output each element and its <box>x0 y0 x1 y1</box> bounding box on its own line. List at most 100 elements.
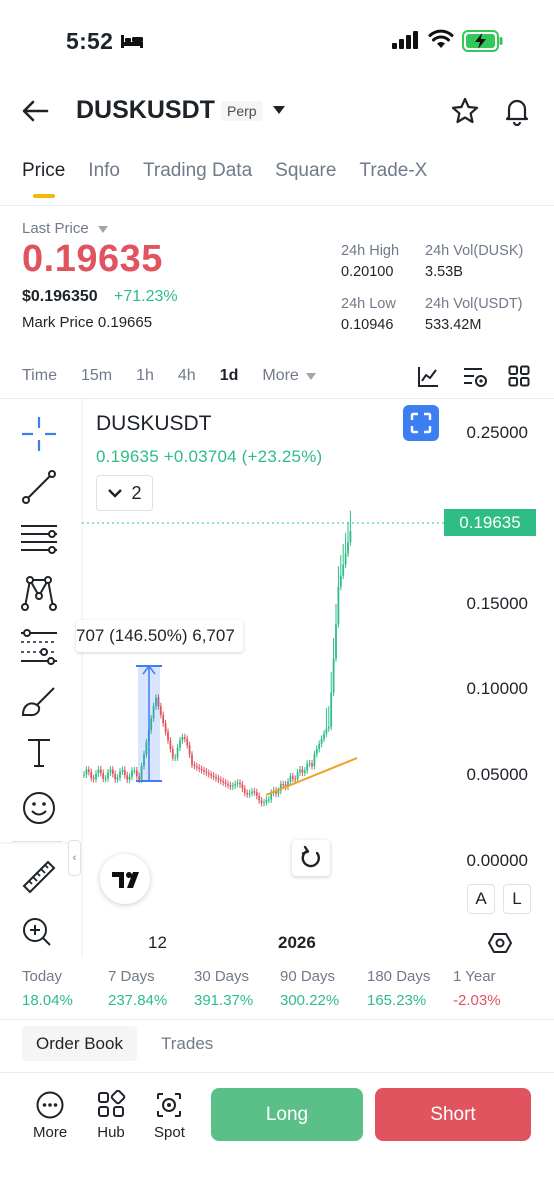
interval-4h[interactable]: 4h <box>178 367 196 385</box>
layout-grid-icon[interactable] <box>508 365 530 387</box>
candle-body <box>90 771 93 779</box>
candle-body <box>92 778 95 780</box>
candle-body <box>198 767 201 769</box>
candle-body <box>320 738 323 744</box>
text-tool-icon[interactable] <box>20 734 58 772</box>
chart-symbol: DUSKUSDT <box>96 412 212 435</box>
pair-dropdown-caret-icon[interactable] <box>271 104 287 116</box>
emoji-tool-icon[interactable] <box>20 789 58 827</box>
indicators-icon[interactable] <box>416 365 440 389</box>
tab-trading-data[interactable]: Trading Data <box>143 160 252 182</box>
tradingview-logo[interactable] <box>100 854 150 904</box>
back-arrow-icon[interactable] <box>20 96 50 126</box>
chart-settings-hex-icon[interactable] <box>488 932 512 954</box>
fullscreen-icon <box>410 412 432 434</box>
high-24h-label: 24h High <box>341 243 400 259</box>
mark-price-value: 0.19665 <box>97 314 153 331</box>
tab-info[interactable]: Info <box>88 160 120 182</box>
log-scale-button[interactable]: L <box>503 884 531 914</box>
interval-time[interactable]: Time <box>22 367 57 385</box>
brush-tool-icon[interactable] <box>20 683 58 721</box>
tab-trade-x[interactable]: Trade-X <box>359 160 427 182</box>
y-tick-label: 0.10000 <box>466 679 528 698</box>
favorite-star-icon[interactable] <box>450 96 480 126</box>
auto-scale-button[interactable]: A <box>467 884 495 914</box>
fullscreen-button[interactable] <box>403 405 439 441</box>
y-tick-label: 0.00000 <box>466 851 528 870</box>
interval-1d[interactable]: 1d <box>220 367 239 385</box>
short-button[interactable]: Short <box>375 1088 531 1141</box>
tab-order-book[interactable]: Order Book <box>22 1026 137 1061</box>
mark-price: Mark Price 0.19665 <box>22 314 152 331</box>
low-24h-value: 0.10946 <box>341 317 394 333</box>
last-price-value: 0.19635 <box>22 238 163 280</box>
candle-body <box>318 743 321 749</box>
candle-body <box>289 776 292 782</box>
chart-settings-icon[interactable] <box>462 365 488 389</box>
cellular-signal-icon <box>392 31 418 49</box>
more-button[interactable]: More <box>33 1090 67 1141</box>
candle-body <box>301 769 304 773</box>
long-button[interactable]: Long <box>211 1088 363 1141</box>
interval-1h[interactable]: 1h <box>136 367 154 385</box>
interval-15m[interactable]: 15m <box>81 367 112 385</box>
spot-label: Spot <box>154 1124 185 1141</box>
toolbar-collapse-button[interactable]: ‹ <box>68 840 81 876</box>
pair-title[interactable]: DUSKUSDT <box>76 96 215 125</box>
fib-lines-tool-icon[interactable] <box>20 520 58 558</box>
zoom-in-icon[interactable] <box>20 915 54 949</box>
candle-body <box>265 799 268 803</box>
y-tick-label: 0.05000 <box>466 765 528 784</box>
hub-button[interactable]: Hub <box>96 1090 126 1141</box>
tab-trades[interactable]: Trades <box>161 1034 213 1054</box>
vol-base-value: 3.53B <box>425 264 463 280</box>
candle-body <box>119 771 121 778</box>
sleep-focus-icon <box>121 35 143 48</box>
last-price-label[interactable]: Last Price <box>22 220 89 237</box>
x-tick-label: 12 <box>148 933 167 952</box>
candle-body <box>299 769 301 773</box>
pattern-tool-icon[interactable] <box>20 574 58 612</box>
candle-body <box>83 774 85 776</box>
measure-tool-label: 707 (146.50%) 6,707 <box>76 620 243 652</box>
candle-body <box>315 748 318 755</box>
candle-body <box>123 769 126 776</box>
trend-line-tool-icon[interactable] <box>20 468 58 506</box>
reset-chart-button[interactable] <box>292 840 330 876</box>
candle-body <box>174 757 177 759</box>
crosshair-icon[interactable] <box>20 415 58 453</box>
candlestick-chart[interactable] <box>0 398 554 958</box>
ruler-tool-icon[interactable] <box>20 858 58 896</box>
section-tabs: Price Info Trading Data Square Trade-X <box>22 160 450 182</box>
forecast-tool-icon[interactable] <box>20 628 58 666</box>
tab-price[interactable]: Price <box>22 160 65 182</box>
indicator-toggle-button[interactable]: 2 <box>96 475 153 511</box>
candle-body <box>104 778 107 780</box>
candle-body <box>164 723 167 732</box>
y-tick-label: 0.25000 <box>466 423 528 442</box>
x-tick-label: 2026 <box>278 933 316 952</box>
candle-body <box>111 769 114 775</box>
usd-price: $0.196350 <box>22 288 98 305</box>
vol-base-label: 24h Vol(DUSK) <box>425 243 524 259</box>
tab-square[interactable]: Square <box>275 160 336 182</box>
candle-body <box>181 737 184 741</box>
more-dropdown-icon[interactable] <box>305 372 317 381</box>
interval-more[interactable]: More <box>262 367 298 385</box>
y-tick-label: 0.15000 <box>466 594 528 613</box>
last-price-dropdown-icon[interactable] <box>97 225 109 234</box>
candle-body <box>116 777 119 780</box>
candle-body <box>291 776 294 779</box>
candle-body <box>325 728 328 734</box>
spot-button[interactable]: Spot <box>154 1090 185 1141</box>
notification-bell-icon[interactable] <box>502 96 532 126</box>
vol-quote-label: 24h Vol(USDT) <box>425 296 523 312</box>
hub-label: Hub <box>97 1124 125 1141</box>
candle-body <box>183 737 186 739</box>
candle-body <box>205 771 208 773</box>
perf-value-180d: 165.23% <box>367 992 427 1009</box>
candle-body <box>210 774 213 776</box>
candle-body <box>87 769 90 772</box>
candle-body <box>186 738 189 746</box>
candle-body <box>239 782 241 785</box>
